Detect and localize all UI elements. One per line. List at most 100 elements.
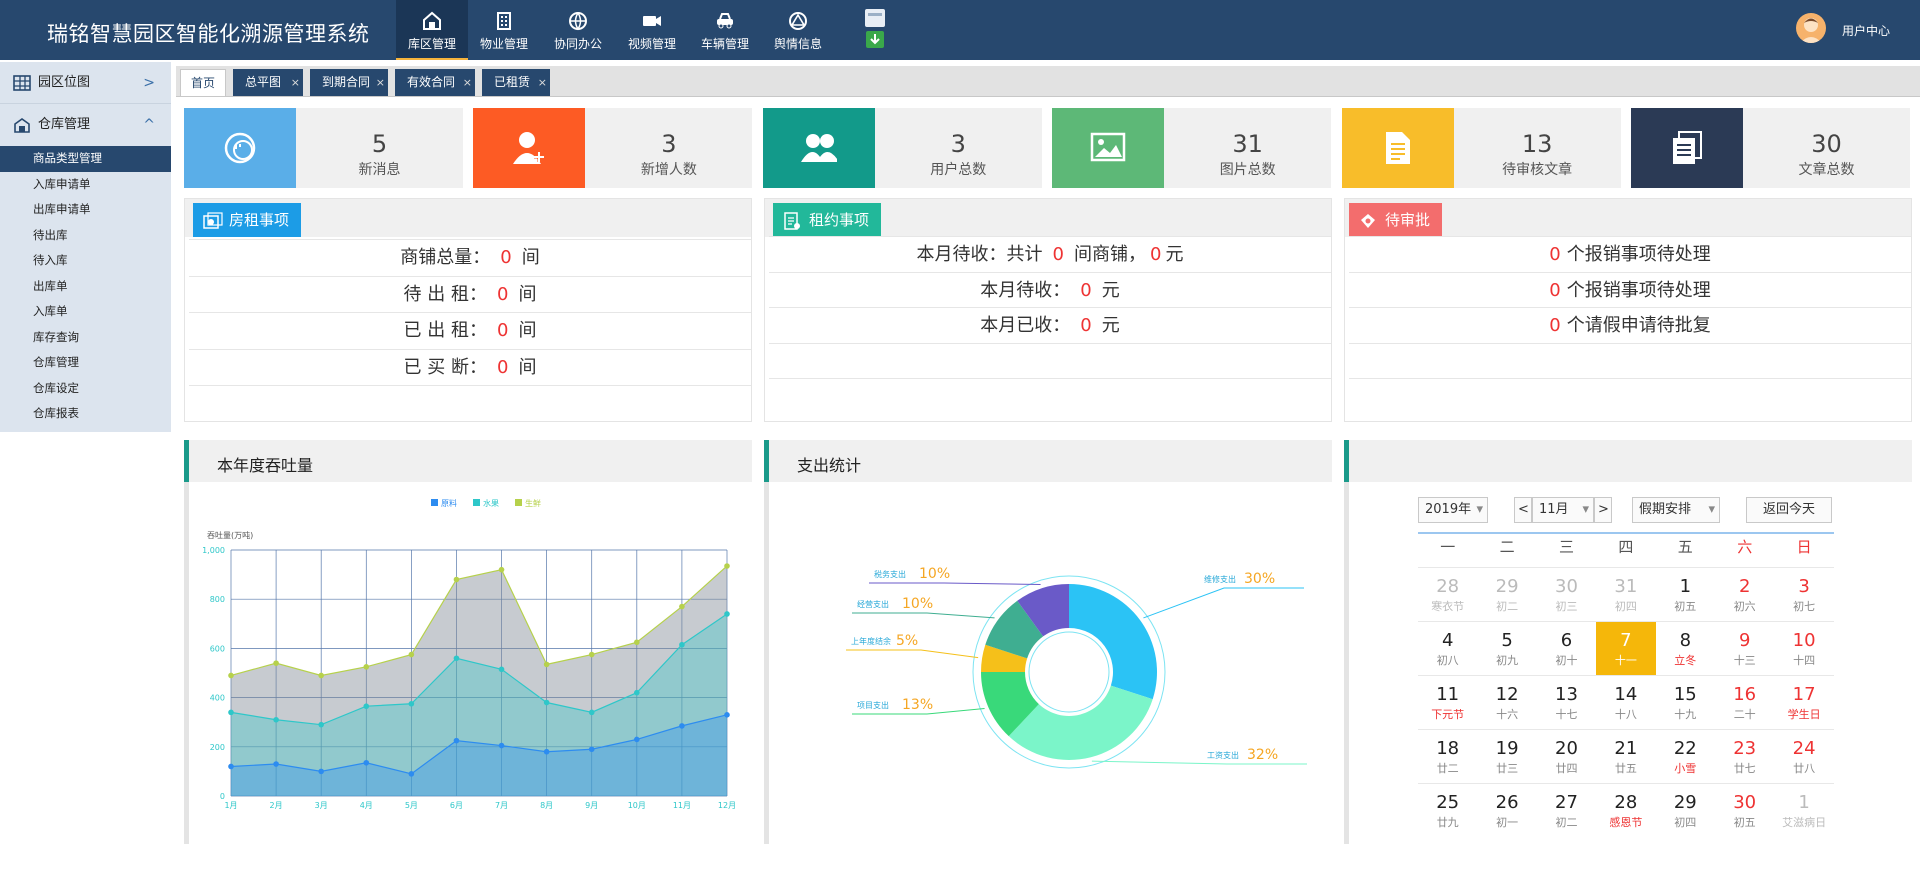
calendar-day[interactable]: 8 立冬 xyxy=(1655,621,1715,675)
sidebar-group-warehouse[interactable]: 仓库管理 ^ xyxy=(0,104,171,146)
data-point[interactable] xyxy=(634,736,640,743)
calendar-day[interactable]: 29 初二 xyxy=(1477,567,1537,621)
data-point[interactable] xyxy=(273,761,279,767)
calendar-day[interactable]: 9 十三 xyxy=(1715,621,1775,675)
tab-home[interactable]: 首页 xyxy=(180,69,226,96)
close-icon[interactable]: × xyxy=(291,69,300,96)
data-point[interactable] xyxy=(543,661,550,668)
calendar-day[interactable]: 11 下元节 xyxy=(1418,675,1478,729)
calendar-day[interactable]: 19 廿三 xyxy=(1477,729,1537,783)
calendar-day[interactable]: 22 小雪 xyxy=(1655,729,1715,783)
data-point[interactable] xyxy=(228,763,234,770)
data-point[interactable] xyxy=(228,672,234,679)
sidebar-item[interactable]: 出库申请单 xyxy=(0,197,171,223)
stat-card[interactable]: 31 图片总数 xyxy=(1052,108,1332,188)
calendar-day[interactable]: 31 初四 xyxy=(1596,567,1656,621)
data-point[interactable] xyxy=(228,709,234,716)
calendar-day[interactable]: 3 初七 xyxy=(1774,567,1834,621)
data-point[interactable] xyxy=(498,742,505,749)
close-icon[interactable]: × xyxy=(538,69,547,96)
calendar-day[interactable]: 18 廿二 xyxy=(1418,729,1478,783)
calendar-day[interactable]: 2 初六 xyxy=(1715,567,1775,621)
calendar-day[interactable]: 21 廿五 xyxy=(1596,729,1656,783)
pie-slice[interactable] xyxy=(1069,584,1157,700)
data-point[interactable] xyxy=(408,651,415,658)
calendar-day[interactable]: 10 十四 xyxy=(1774,621,1834,675)
user-center-link[interactable]: 用户中心 xyxy=(1842,22,1890,39)
nav-triangle-circle[interactable]: 舆情信息 xyxy=(762,0,834,60)
stat-card[interactable]: 3 用户总数 xyxy=(762,108,1042,188)
return-today-button[interactable]: 返回今天 xyxy=(1746,497,1832,523)
sidebar-item[interactable]: 入库单 xyxy=(0,299,171,325)
data-point[interactable] xyxy=(724,712,730,718)
user-avatar[interactable] xyxy=(1796,13,1826,43)
calendar-day[interactable]: 28 寒衣节 xyxy=(1418,567,1478,621)
calendar-day[interactable]: 6 初十 xyxy=(1536,621,1597,675)
calendar-day[interactable]: 14 十八 xyxy=(1596,675,1656,729)
calendar-day[interactable]: 13 十七 xyxy=(1536,675,1597,729)
calendar-day[interactable]: 1 艾滋病日 xyxy=(1774,783,1834,837)
data-point[interactable] xyxy=(408,700,415,707)
calendar-day[interactable]: 15 十九 xyxy=(1655,675,1715,729)
data-point[interactable] xyxy=(273,716,279,723)
data-point[interactable] xyxy=(724,563,730,569)
calendar-day[interactable]: 16 二十 xyxy=(1715,675,1775,729)
sidebar-item[interactable]: 库存查询 xyxy=(0,325,171,351)
sidebar-item[interactable]: 商品类型管理 xyxy=(0,146,171,172)
data-point[interactable] xyxy=(363,664,370,670)
sidebar-item[interactable]: 出库单 xyxy=(0,274,171,300)
data-point[interactable] xyxy=(318,768,324,775)
sidebar-item[interactable]: 待出库 xyxy=(0,223,171,249)
download-icon[interactable] xyxy=(864,8,886,50)
calendar-day[interactable]: 25 廿九 xyxy=(1418,783,1478,837)
calendar-day[interactable]: 27 初二 xyxy=(1536,783,1597,837)
calendar-day[interactable]: 30 初三 xyxy=(1536,567,1597,621)
stat-card[interactable]: 5 新消息 xyxy=(184,108,463,188)
data-point[interactable] xyxy=(634,639,640,646)
calendar-day[interactable]: 5 初九 xyxy=(1477,621,1537,675)
close-icon[interactable]: × xyxy=(463,69,472,96)
data-point[interactable] xyxy=(588,746,595,753)
legend-label[interactable]: 水果 xyxy=(483,498,499,508)
data-point[interactable] xyxy=(408,771,415,777)
stat-card[interactable]: 30 文章总数 xyxy=(1631,108,1910,188)
sidebar-item[interactable]: 仓库管理 xyxy=(0,350,171,376)
month-select[interactable]: 11月 ▾ xyxy=(1532,497,1594,523)
data-point[interactable] xyxy=(543,699,550,706)
data-point[interactable] xyxy=(679,641,685,648)
calendar-day[interactable]: 26 初一 xyxy=(1477,783,1537,837)
legend-label[interactable]: 原料 xyxy=(441,498,457,508)
data-point[interactable] xyxy=(679,723,685,729)
tab-item[interactable]: 已租赁 × xyxy=(482,69,550,96)
data-point[interactable] xyxy=(453,655,460,662)
legend-label[interactable]: 生鲜 xyxy=(525,498,541,508)
tab-item[interactable]: 有效合同 × xyxy=(395,69,475,96)
data-point[interactable] xyxy=(318,672,324,679)
data-point[interactable] xyxy=(453,737,460,744)
calendar-day[interactable]: 20 廿四 xyxy=(1536,729,1597,783)
calendar-day[interactable]: 17 学生日 xyxy=(1774,675,1834,729)
data-point[interactable] xyxy=(679,603,685,610)
data-point[interactable] xyxy=(453,576,460,583)
tab-item[interactable]: 到期合同 × xyxy=(310,69,388,96)
calendar-day[interactable]: 12 十六 xyxy=(1477,675,1537,729)
calendar-day[interactable]: 1 初五 xyxy=(1655,567,1715,621)
calendar-day[interactable]: 24 廿八 xyxy=(1774,729,1834,783)
sidebar-group-park-map[interactable]: 园区位图 > xyxy=(0,62,171,104)
nav-building[interactable]: 物业管理 xyxy=(468,0,540,60)
calendar-day[interactable]: 30 初五 xyxy=(1715,783,1775,837)
prev-month-button[interactable]: < xyxy=(1514,497,1532,523)
nav-car[interactable]: 车辆管理 xyxy=(689,0,761,60)
calendar-day[interactable]: 4 初八 xyxy=(1418,621,1478,675)
data-point[interactable] xyxy=(363,703,370,710)
data-point[interactable] xyxy=(724,611,730,617)
data-point[interactable] xyxy=(588,709,595,716)
calendar-day[interactable]: 28 感恩节 xyxy=(1596,783,1656,837)
nav-video-camera[interactable]: 视频管理 xyxy=(616,0,688,60)
data-point[interactable] xyxy=(363,759,370,766)
stat-card[interactable]: 13 待审核文章 xyxy=(1341,108,1621,188)
sidebar-item[interactable]: 入库申请单 xyxy=(0,172,171,198)
data-point[interactable] xyxy=(273,660,279,666)
tab-item[interactable]: 总平图 × xyxy=(233,69,303,96)
sidebar-item[interactable]: 仓库报表 xyxy=(0,401,171,427)
